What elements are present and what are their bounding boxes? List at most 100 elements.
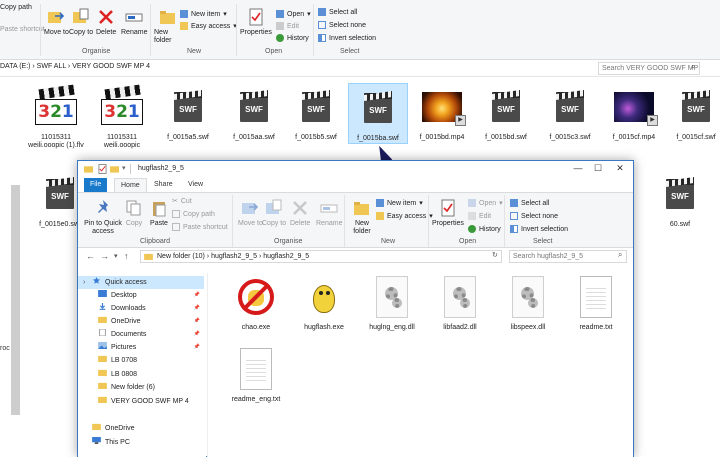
nav-item[interactable]: Quick access › [78,276,204,289]
file-item[interactable]: readme_eng.txt [224,345,288,403]
new-folder-quick-icon[interactable] [110,164,119,174]
nav-item[interactable]: OneDrive 📌 [78,315,204,328]
properties-quick-icon[interactable] [98,164,107,174]
file-item[interactable]: huglng_eng.dll [360,273,424,331]
nav-item[interactable]: Pictures 📌 [78,341,204,354]
bg-file-tile[interactable]: SWF f_0015b5.swf [286,83,346,142]
bg-rename-button[interactable]: Rename [121,8,147,36]
edit-button[interactable]: Edit [468,211,491,221]
minimize-icon[interactable]: — [568,163,588,173]
folder-icon [98,315,111,328]
bg-file-tile[interactable]: SWF 60.swf [650,170,710,229]
bg-file-tile[interactable]: SWF f_0015c3.swf [540,83,600,142]
file-item[interactable]: libspeex.dll [496,273,560,331]
bg-file-tile[interactable]: ▶ f_0015bd.mp4 [412,83,472,142]
pin-icon [98,200,108,213]
hugflash-explorer-window: ▾ hugflash2_9_5 — ☐ ✕ File Home Share Vi… [77,160,634,457]
copy-to-label: Copy to [69,29,94,36]
expand-chevron-icon[interactable]: › [83,276,85,289]
bg-search-input[interactable]: Search VERY GOOD SWF MP 4 [598,62,700,75]
bg-history-button[interactable]: History [276,33,309,43]
pin-quick-access-button[interactable]: Pin to Quick access [82,199,124,236]
paste-button[interactable]: Paste [150,199,168,227]
maximize-icon[interactable]: ☐ [588,163,608,174]
tab-view[interactable]: View [182,178,209,192]
cut-button[interactable]: ✂ Cut [172,196,192,206]
easy-access-button[interactable]: Easy access ▾ [376,211,433,221]
bg-vertical-scrollbar[interactable] [11,185,20,415]
quick-access-star-icon [92,276,105,289]
copy-label: Copy [125,220,143,227]
forward-arrow-icon[interactable]: → [100,251,109,261]
file-item[interactable]: readme.txt [564,273,628,331]
bg-file-tile[interactable]: ▶ f_0015cf.mp4 [604,83,664,142]
history-button[interactable]: History [468,224,501,234]
bg-paste-shortcut-button[interactable]: Paste shortcut [0,24,45,34]
file-name: f_0015bd.mp4 [419,134,465,141]
bg-file-tile[interactable]: 3 2 1 11015311 weili.ooopic (1).flv [26,83,86,150]
bg-edit-button[interactable]: Edit [276,21,299,31]
bg-file-tile[interactable]: SWF f_0015ba.swf [348,83,408,144]
refresh-icon[interactable]: ↻ [492,251,498,259]
recent-locations-chevron-icon[interactable]: ▾ [114,252,118,260]
bg-new-item-button[interactable]: New item ▾ [180,9,227,19]
bg-open-button[interactable]: Open ▾ [276,9,311,19]
tab-home[interactable]: Home [114,178,147,192]
nav-item[interactable]: LB 0808 [78,368,204,381]
bg-easy-access-button[interactable]: Easy access▾ [180,21,237,31]
invert-selection-button[interactable]: Invert selection [510,224,568,234]
title-bar[interactable]: ▾ hugflash2_9_5 — ☐ ✕ [78,161,633,178]
delete-button[interactable]: Delete [290,199,310,227]
copy-path-button[interactable]: Copy path [172,209,215,219]
bg-file-tile[interactable]: SWF f_0015cf.swf [666,83,720,142]
tab-file[interactable]: File [84,178,108,192]
move-to-button[interactable]: Move to [238,199,263,227]
group-separator [236,4,237,56]
close-icon[interactable]: ✕ [610,163,630,174]
select-none-button[interactable]: Select none [510,211,558,221]
paste-shortcut-icon [172,223,180,231]
nav-item[interactable]: This PC [78,436,204,449]
nav-item[interactable]: VERY GOOD SWF MP 4 [78,395,204,408]
file-item[interactable]: hugflash.exe [292,273,356,331]
back-arrow-icon[interactable]: ← [86,251,95,261]
bg-invert-selection-button[interactable]: Invert selection [318,33,376,43]
bg-copy-path-button[interactable]: Copy path [0,2,32,12]
bg-move-to-button[interactable]: Move to [44,8,69,36]
nav-item[interactable]: Desktop 📌 [78,289,204,302]
nav-item[interactable]: Documents 📌 [78,328,204,341]
nav-item[interactable]: New folder (6) [78,381,204,394]
nav-item[interactable]: Downloads 📌 [78,302,204,315]
select-all-button[interactable]: Select all [510,198,549,208]
open-button[interactable]: Open ▾ [468,198,503,208]
clipboard-icon [153,202,166,217]
up-arrow-icon[interactable]: ↑ [124,251,129,261]
customize-quick-access-icon[interactable]: ▾ [122,164,126,172]
paste-shortcut-button[interactable]: Paste shortcut [172,222,228,232]
breadcrumb[interactable]: New folder (10) › hugflash2_9_5 › hugfla… [140,250,502,263]
new-folder-button[interactable]: New folder [348,199,376,236]
copy-to-button[interactable]: Copy to [262,199,286,227]
bg-delete-button[interactable]: Delete [96,8,116,36]
bg-select-all-button[interactable]: Select all [318,7,357,17]
nav-item[interactable]: OneDrive [78,422,204,435]
rename-button[interactable]: Rename [316,199,342,227]
bg-new-folder-button[interactable]: New folder [154,8,182,45]
copy-button[interactable]: Copy [125,199,143,227]
tab-share[interactable]: Share [148,178,179,192]
bg-breadcrumb[interactable]: DATA (E:) › SWF ALL › VERY GOOD SWF MP 4 [0,63,150,70]
bg-file-tile[interactable]: SWF f_0015aa.swf [224,83,284,142]
bg-select-none-button[interactable]: Select none [318,20,366,30]
bg-copy-to-button[interactable]: Copy to [69,8,93,36]
bg-properties-button[interactable]: Properties [240,8,272,36]
bg-file-tile[interactable]: SWF f_0015a5.swf [158,83,218,142]
properties-button[interactable]: Properties [432,199,464,227]
file-item[interactable]: libfaad2.dll [428,273,492,331]
bg-file-tile[interactable]: 3 2 1 11015311 weili.ooopic [92,83,152,150]
file-item[interactable]: chao.exe [224,273,288,331]
select-group-label: Select [340,48,360,55]
search-input[interactable]: Search hugflash2_9_5 [509,250,627,263]
new-item-button[interactable]: New item ▾ [376,198,423,208]
nav-item[interactable]: LB 0708 [78,354,204,367]
bg-file-tile[interactable]: SWF f_0015bd.swf [476,83,536,142]
